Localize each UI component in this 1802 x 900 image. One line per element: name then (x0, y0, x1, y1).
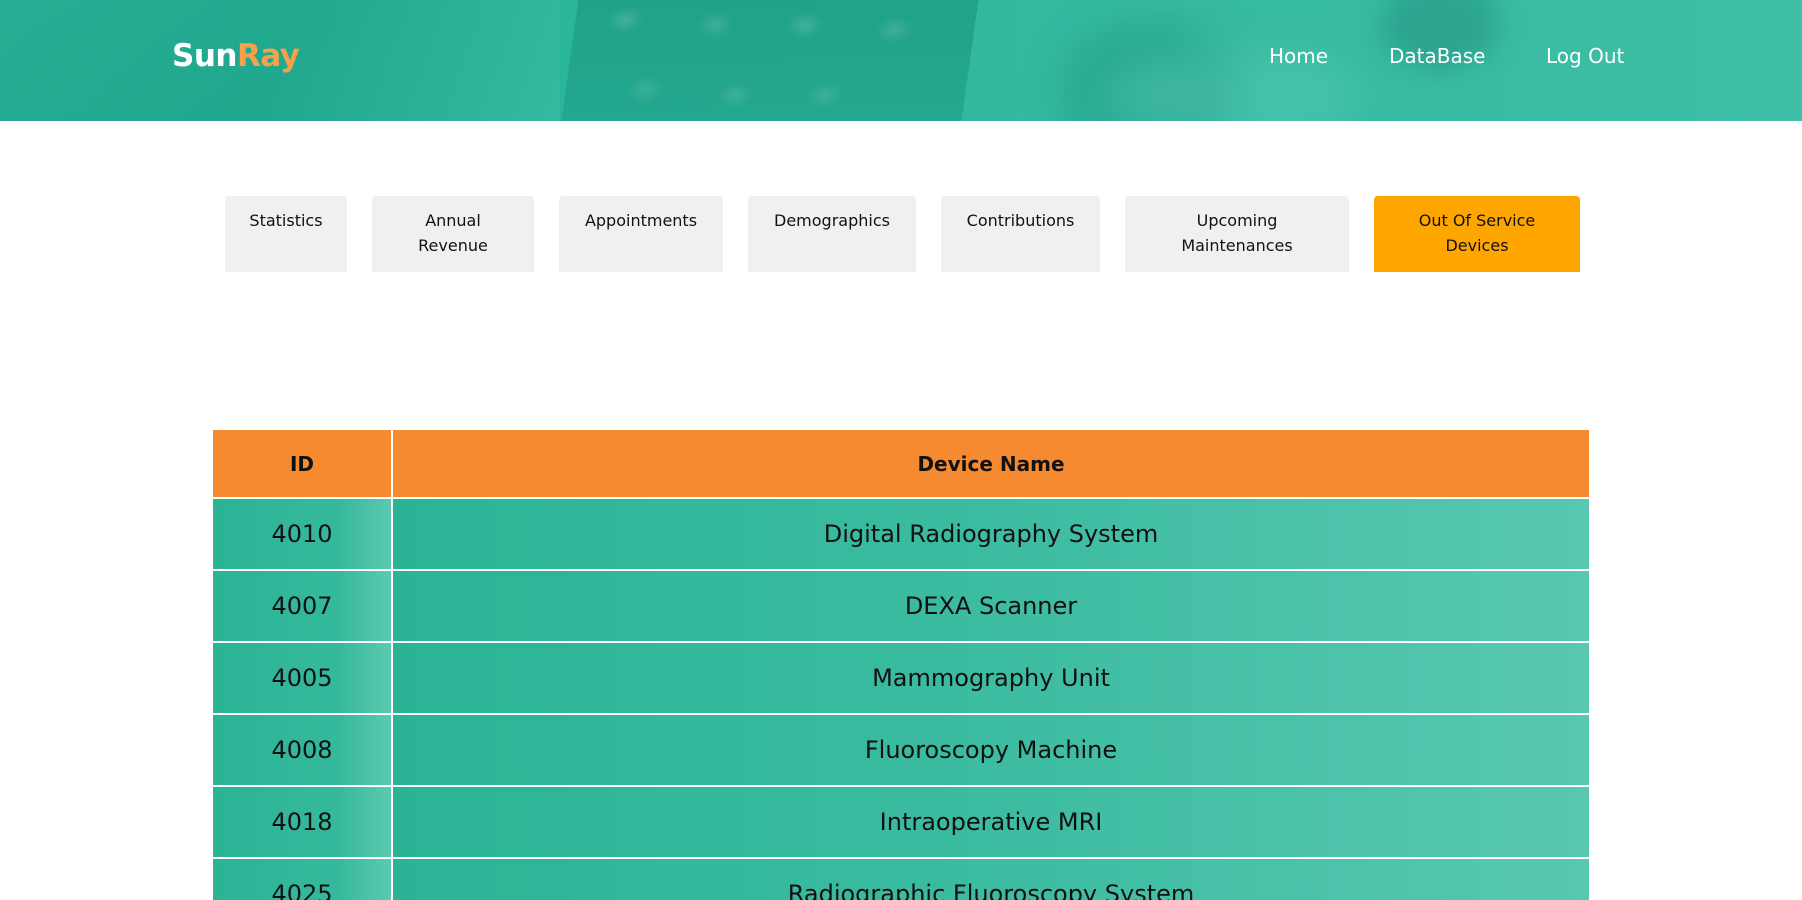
main-nav: Home DataBase Log Out (0, 44, 1802, 74)
tab-demographics[interactable]: Demographics (748, 196, 916, 272)
table-row: 4008 Fluoroscopy Machine (213, 713, 1589, 785)
tab-label-line1: Upcoming (1196, 211, 1278, 230)
tab-label-line2: Maintenances (1181, 236, 1293, 255)
nav-link-home[interactable]: Home (1269, 44, 1328, 68)
device-name-cell: Mammography Unit (391, 643, 1589, 713)
device-id-cell: 4005 (213, 643, 391, 713)
tab-label-line1: Statistics (249, 211, 323, 230)
device-name-cell: Intraoperative MRI (391, 787, 1589, 857)
device-id-cell: 4010 (213, 499, 391, 569)
column-header-device-name: Device Name (391, 430, 1589, 497)
device-name-cell: Digital Radiography System (391, 499, 1589, 569)
tab-label-line1: Annual (425, 211, 481, 230)
device-id-cell: 4007 (213, 571, 391, 641)
tab-label-line1: Demographics (774, 211, 890, 230)
tab-upcoming-maintenances[interactable]: Upcoming Maintenances (1125, 196, 1349, 272)
tab-label-line1: Appointments (584, 211, 698, 230)
nav-link-logout[interactable]: Log Out (1546, 44, 1624, 68)
tab-label-line1: Out Of Service (1418, 211, 1536, 230)
tab-appointments[interactable]: Appointments (559, 196, 723, 272)
column-header-id: ID (213, 430, 391, 497)
table-row: 4018 Intraoperative MRI (213, 785, 1589, 857)
table-row: 4010 Digital Radiography System (213, 497, 1589, 569)
device-id-cell: 4018 (213, 787, 391, 857)
table-row: 4007 DEXA Scanner (213, 569, 1589, 641)
tab-out-of-service-devices[interactable]: Out Of Service Devices (1374, 196, 1580, 272)
out-of-service-devices-table: ID Device Name 4010 Digital Radiography … (213, 430, 1589, 900)
device-id-cell: 4025 (213, 859, 391, 900)
tab-statistics[interactable]: Statistics (225, 196, 347, 272)
device-name-cell: DEXA Scanner (391, 571, 1589, 641)
device-name-cell: Fluoroscopy Machine (391, 715, 1589, 785)
nav-link-database[interactable]: DataBase (1389, 44, 1485, 68)
table-row: 4025 Radiographic Fluoroscopy System (213, 857, 1589, 900)
tab-contributions[interactable]: Contributions (941, 196, 1100, 272)
tab-label-line2: Revenue (418, 236, 488, 255)
tab-label-line1: Contributions (966, 211, 1075, 230)
table-header-row: ID Device Name (213, 430, 1589, 497)
site-header: SunRay Home DataBase Log Out (0, 0, 1802, 121)
device-id-cell: 4008 (213, 715, 391, 785)
device-name-cell: Radiographic Fluoroscopy System (391, 859, 1589, 900)
tab-annual-revenue[interactable]: Annual Revenue (372, 196, 534, 272)
tab-label-line2: Devices (1445, 236, 1509, 255)
table-row: 4005 Mammography Unit (213, 641, 1589, 713)
